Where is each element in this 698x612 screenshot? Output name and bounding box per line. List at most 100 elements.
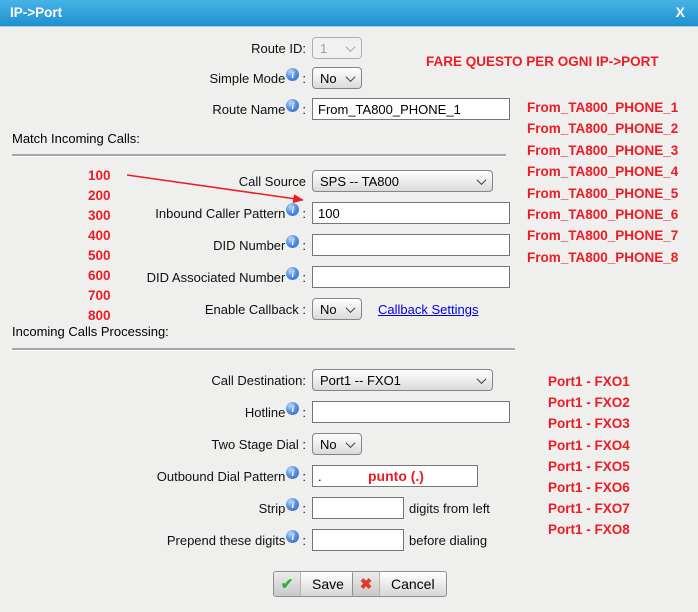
route-id-select: 1 — [312, 37, 362, 59]
call-destination-label-text: Call Destination: — [211, 373, 306, 388]
chevron-down-icon — [477, 374, 487, 384]
info-icon[interactable]: i — [286, 203, 299, 216]
annotation-port-name: Port1 - FXO1 — [548, 371, 630, 392]
inbound-caller-pattern-label-text: Inbound Caller Pattern — [155, 206, 285, 221]
ip-port-dialog: IP->Port X Route ID: 1 Simple Mode i : N… — [0, 0, 698, 612]
enable-callback-label-text: Enable Callback : — [205, 302, 306, 317]
colon: : — [302, 469, 306, 484]
chevron-down-icon — [346, 72, 356, 82]
two-stage-dial-label: Two Stage Dial : — [0, 432, 306, 456]
section-divider — [12, 348, 515, 350]
dialog-titlebar: IP->Port X — [0, 0, 698, 27]
colon: : — [302, 71, 306, 86]
route-id-label-text: Route ID: — [251, 41, 306, 56]
did-associated-number-row: DID Associated Number i : — [0, 265, 698, 289]
colon: : — [302, 533, 306, 548]
info-icon[interactable]: i — [286, 68, 299, 81]
call-source-label: Call Source — [0, 169, 306, 193]
two-stage-dial-value: No — [320, 437, 337, 452]
hotline-label: Hotline i : — [0, 400, 306, 424]
simple-mode-value: No — [320, 71, 337, 86]
did-associated-number-label: DID Associated Number i : — [0, 265, 306, 289]
save-button-label: Save — [301, 572, 355, 596]
route-name-label: Route Name i : — [0, 97, 306, 121]
inbound-caller-pattern-input[interactable] — [312, 202, 510, 224]
enable-callback-row: Enable Callback : No Callback Settings — [0, 297, 698, 321]
prepend-digits-label: Prepend these digits i : — [0, 528, 306, 552]
enable-callback-label: Enable Callback : — [0, 297, 306, 321]
info-icon[interactable]: i — [286, 235, 299, 248]
did-associated-number-label-text: DID Associated Number — [147, 270, 286, 285]
close-icon[interactable]: X — [676, 4, 685, 20]
chevron-down-icon — [346, 438, 356, 448]
chevron-down-icon — [477, 175, 487, 185]
inbound-caller-pattern-row: Inbound Caller Pattern i : — [0, 201, 698, 225]
outbound-dial-pattern-label: Outbound Dial Pattern i : — [0, 464, 306, 488]
did-associated-number-input[interactable] — [312, 266, 510, 288]
prepend-digits-input[interactable] — [312, 529, 404, 551]
colon: : — [302, 405, 306, 420]
enable-callback-value: No — [320, 302, 337, 317]
x-cross-icon: ✖ — [353, 572, 380, 596]
annotation-phone-name: From_TA800_PHONE_3 — [527, 140, 678, 161]
strip-input[interactable] — [312, 497, 404, 519]
info-icon[interactable]: i — [286, 530, 299, 543]
enable-callback-select[interactable]: No — [312, 298, 362, 320]
save-button[interactable]: ✔ Save — [273, 571, 356, 597]
two-stage-dial-select[interactable]: No — [312, 433, 362, 455]
cancel-button-label: Cancel — [380, 572, 446, 596]
strip-label: Strip i : — [0, 496, 306, 520]
callback-settings-link[interactable]: Callback Settings — [378, 302, 478, 317]
annotation-phone-name: From_TA800_PHONE_1 — [527, 97, 678, 118]
did-number-input[interactable] — [312, 234, 510, 256]
route-id-label: Route ID: — [0, 36, 306, 60]
annotation-phone-name: From_TA800_PHONE_2 — [527, 118, 678, 139]
two-stage-dial-label-text: Two Stage Dial : — [211, 437, 306, 452]
chevron-down-icon — [346, 303, 356, 313]
section-divider — [12, 154, 506, 156]
call-destination-select[interactable]: Port1 -- FXO1 — [312, 369, 493, 391]
two-stage-dial-row: Two Stage Dial : No — [0, 432, 698, 456]
section-match-incoming-calls: Match Incoming Calls: — [12, 131, 140, 146]
did-number-label-text: DID Number — [213, 238, 285, 253]
call-source-value: SPS -- TA800 — [320, 174, 399, 189]
cancel-button[interactable]: ✖ Cancel — [352, 571, 447, 597]
call-destination-label: Call Destination: — [0, 368, 306, 392]
simple-mode-select[interactable]: No — [312, 67, 362, 89]
checkmark-icon: ✔ — [274, 572, 301, 596]
info-icon[interactable]: i — [286, 267, 299, 280]
colon: : — [302, 102, 306, 117]
colon: : — [302, 270, 306, 285]
strip-row: Strip i : digits from left — [0, 496, 698, 520]
prepend-digits-label-text: Prepend these digits — [167, 533, 286, 548]
strip-suffix-text: digits from left — [409, 501, 490, 516]
annotation-punto-note: punto (.) — [368, 468, 424, 484]
dialog-title: IP->Port — [10, 5, 62, 20]
hotline-input[interactable] — [312, 401, 510, 423]
call-source-select[interactable]: SPS -- TA800 — [312, 170, 493, 192]
did-number-row: DID Number i : — [0, 233, 698, 257]
route-name-input[interactable] — [312, 98, 510, 120]
info-icon[interactable]: i — [286, 402, 299, 415]
simple-mode-label: Simple Mode i : — [0, 66, 306, 90]
colon: : — [302, 206, 306, 221]
colon: : — [302, 501, 306, 516]
colon: : — [302, 238, 306, 253]
route-name-label-text: Route Name — [212, 102, 285, 117]
hotline-label-text: Hotline — [245, 405, 285, 420]
prepend-digits-row: Prepend these digits i : before dialing — [0, 528, 698, 552]
inbound-caller-pattern-label: Inbound Caller Pattern i : — [0, 201, 306, 225]
info-icon[interactable]: i — [286, 99, 299, 112]
info-icon[interactable]: i — [286, 466, 299, 479]
route-id-value: 1 — [320, 41, 327, 56]
prepend-suffix-text: before dialing — [409, 533, 487, 548]
chevron-down-icon — [346, 42, 356, 52]
did-number-label: DID Number i : — [0, 233, 306, 257]
strip-label-text: Strip — [259, 501, 286, 516]
call-destination-value: Port1 -- FXO1 — [320, 373, 401, 388]
info-icon[interactable]: i — [286, 498, 299, 511]
simple-mode-label-text: Simple Mode — [210, 71, 286, 86]
call-source-label-text: Call Source — [239, 174, 306, 189]
outbound-dial-pattern-label-text: Outbound Dial Pattern — [157, 469, 286, 484]
section-incoming-calls-processing: Incoming Calls Processing: — [12, 324, 169, 339]
